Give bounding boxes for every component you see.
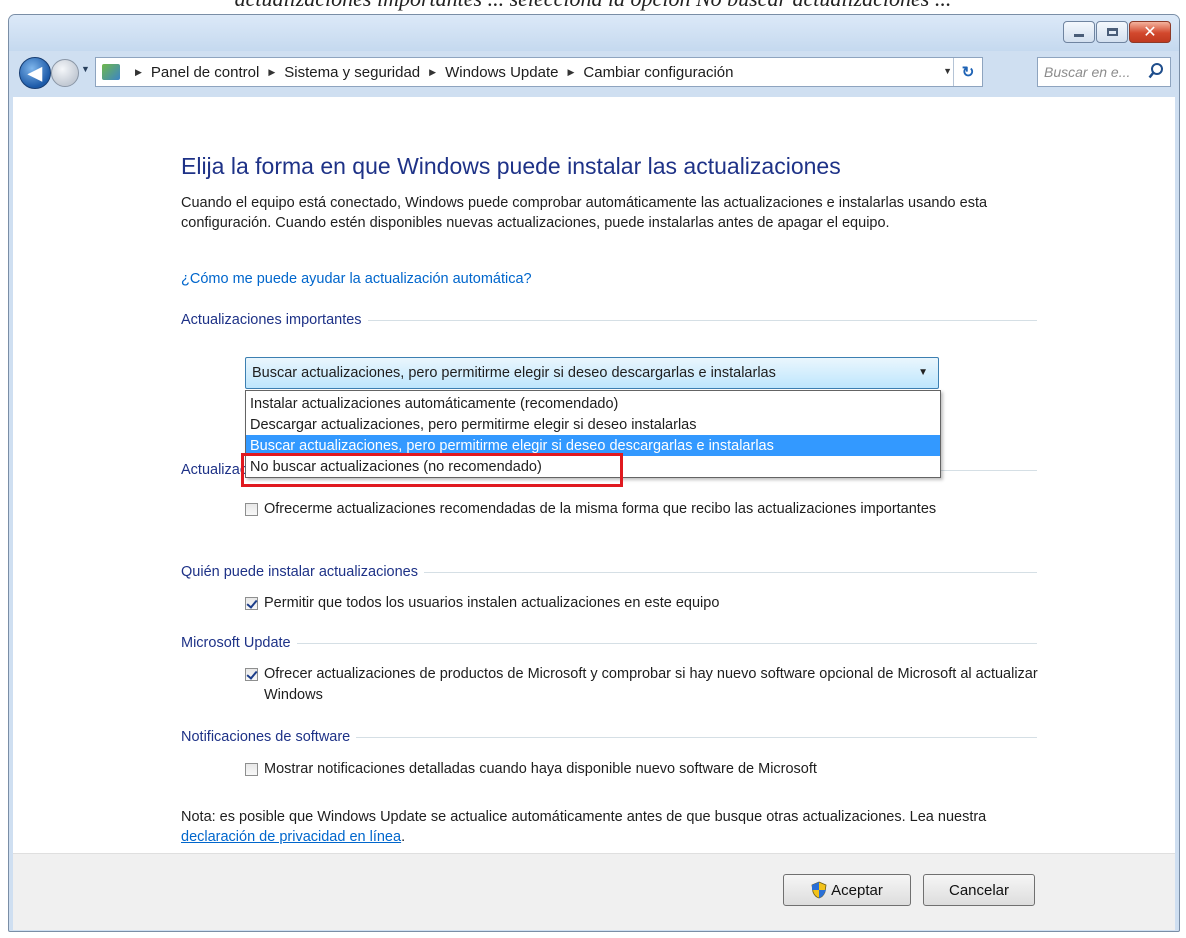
notifications-checkbox[interactable] (245, 763, 258, 776)
divider (296, 642, 1037, 644)
section-heading: Notificaciones de software (181, 729, 351, 745)
section-heading: Actualizaciones importantes (181, 312, 362, 328)
address-dropdown-icon[interactable]: ▼ (943, 66, 952, 76)
content-pane: Elija la forma en que Windows puede inst… (13, 97, 1175, 853)
privacy-statement-link[interactable]: declaración de privacidad en línea (181, 829, 401, 845)
microsoft-update-checkbox-row[interactable]: Ofrecer actualizaciones de productos de … (245, 664, 1045, 706)
navigation-bar: ◀ ▼ ▶ Panel de control ▶ Sistema y segur… (9, 51, 1179, 95)
checkbox-label: Ofrecer actualizaciones de productos de … (264, 666, 1038, 703)
breadcrumb-windows-update[interactable]: Windows Update (445, 64, 558, 81)
section-heading: Microsoft Update (181, 635, 291, 651)
maximize-button[interactable] (1096, 21, 1128, 43)
note-body: Nota: es posible que Windows Update se a… (181, 809, 987, 825)
control-panel-icon (102, 64, 120, 80)
breadcrumb-separator-icon[interactable]: ▶ (567, 67, 574, 78)
page-title: Elija la forma en que Windows puede inst… (181, 153, 841, 179)
chevron-down-icon[interactable]: ▼ (918, 367, 928, 378)
refresh-button[interactable]: ↻ (953, 58, 982, 86)
minimize-icon (1074, 33, 1084, 37)
all-users-checkbox[interactable] (245, 597, 258, 610)
breadcrumb-separator-icon[interactable]: ▶ (135, 67, 142, 78)
back-button[interactable]: ◀ (19, 57, 51, 89)
search-placeholder: Buscar en e... (1044, 64, 1131, 80)
note-end: . (401, 829, 406, 845)
divider (423, 571, 1037, 573)
option-install-automatically[interactable]: Instalar actualizaciones automáticamente… (246, 393, 940, 414)
breadcrumb-system-security[interactable]: Sistema y seguridad (284, 64, 420, 81)
note-text: Nota: es posible que Windows Update se a… (181, 807, 1041, 847)
option-never-check[interactable]: No buscar actualizaciones (no recomendad… (246, 456, 940, 477)
refresh-icon: ↻ (961, 64, 975, 81)
caption-buttons: ✕ (1063, 21, 1171, 43)
help-link[interactable]: ¿Cómo me puede ayudar la actualización a… (181, 271, 532, 287)
important-updates-select[interactable]: Buscar actualizaciones, pero permitirme … (245, 357, 939, 389)
forward-button[interactable] (51, 59, 79, 87)
search-icon[interactable] (1148, 62, 1164, 80)
breadcrumb-control-panel[interactable]: Panel de control (151, 64, 259, 81)
important-updates-options-list: Instalar actualizaciones automáticamente… (245, 390, 941, 478)
close-icon: ✕ (1143, 22, 1157, 41)
checkbox-label: Permitir que todos los usuarios instalen… (264, 595, 720, 611)
microsoft-update-checkbox[interactable] (245, 668, 258, 681)
recommended-updates-checkbox-row[interactable]: Ofrecerme actualizaciones recomendadas d… (245, 499, 1005, 520)
section-important-updates: Actualizaciones importantes (181, 310, 1037, 330)
cancel-button[interactable]: Cancelar (923, 874, 1035, 906)
all-users-checkbox-row[interactable]: Permitir que todos los usuarios instalen… (245, 593, 1005, 614)
recommended-updates-checkbox[interactable] (245, 503, 258, 516)
search-input[interactable]: Buscar en e... (1037, 57, 1171, 87)
minimize-button[interactable] (1063, 21, 1095, 43)
select-value: Buscar actualizaciones, pero permitirme … (252, 365, 776, 381)
option-download-only[interactable]: Descargar actualizaciones, pero permitir… (246, 414, 940, 435)
breadcrumb-separator-icon[interactable]: ▶ (429, 67, 436, 78)
top-caption-text: actualizaciones importantes ... seleccio… (0, 0, 1186, 14)
ok-button[interactable]: Aceptar (783, 874, 911, 906)
section-heading: Quién puede instalar actualizaciones (181, 564, 418, 580)
section-software-notifications: Notificaciones de software (181, 727, 1037, 747)
control-panel-window: ✕ ◀ ▼ ▶ Panel de control ▶ Sistema y seg… (8, 14, 1180, 932)
cancel-button-label: Cancelar (948, 881, 1010, 899)
maximize-icon (1106, 28, 1118, 36)
close-button[interactable]: ✕ (1129, 21, 1171, 43)
divider (356, 736, 1037, 738)
back-arrow-icon: ◀ (28, 62, 42, 83)
dialog-footer: Aceptar Cancelar (13, 853, 1175, 930)
checkbox-label: Mostrar notificaciones detalladas cuando… (264, 761, 817, 777)
address-bar[interactable]: ▶ Panel de control ▶ Sistema y seguridad… (95, 57, 983, 87)
section-who-can-install: Quién puede instalar actualizaciones (181, 562, 1037, 582)
recent-pages-dropdown[interactable]: ▼ (81, 64, 90, 74)
divider (367, 319, 1037, 321)
intro-text: Cuando el equipo está conectado, Windows… (181, 195, 988, 231)
checkbox-label: Ofrecerme actualizaciones recomendadas d… (264, 501, 937, 517)
ok-button-label: Aceptar (831, 881, 883, 899)
option-check-only[interactable]: Buscar actualizaciones, pero permitirme … (246, 435, 940, 456)
notifications-checkbox-row[interactable]: Mostrar notificaciones detalladas cuando… (245, 759, 1045, 780)
title-bar[interactable]: ✕ (9, 15, 1179, 51)
breadcrumb-separator-icon[interactable]: ▶ (268, 67, 275, 78)
uac-shield-icon (811, 881, 827, 899)
section-microsoft-update: Microsoft Update (181, 633, 1037, 653)
breadcrumb-change-settings[interactable]: Cambiar configuración (583, 64, 733, 81)
